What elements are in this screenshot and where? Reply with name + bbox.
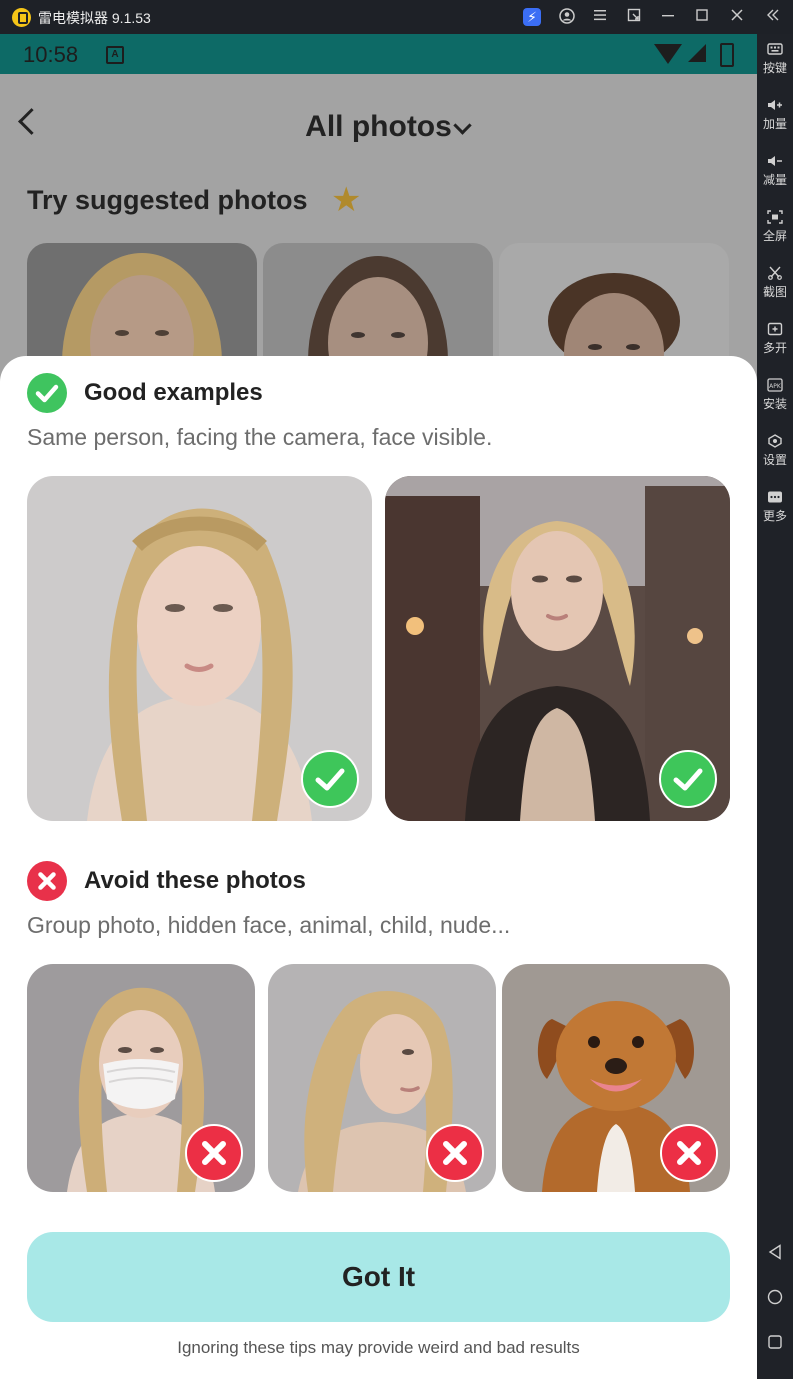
- apk-icon: APK: [767, 378, 783, 392]
- multi-instance-icon: [767, 322, 783, 336]
- emulator-title-bar: 雷电模拟器 9.1.53 ⚡: [0, 0, 793, 34]
- minimize-icon[interactable]: [659, 8, 677, 26]
- good-examples-subtitle: Same person, facing the camera, face vis…: [27, 424, 493, 450]
- svg-text:APK: APK: [769, 383, 782, 390]
- recents-square-icon[interactable]: [757, 1334, 793, 1354]
- got-it-button[interactable]: Got It: [27, 1232, 730, 1322]
- tips-footer-note: Ignoring these tips may provide weird an…: [177, 1338, 580, 1357]
- settings-icon: [767, 434, 783, 448]
- status-time: 10:58: [23, 42, 79, 67]
- volume-down-icon: [767, 154, 783, 168]
- notification-a-icon: A: [106, 46, 124, 64]
- sidebar-item-keys[interactable]: 按键: [757, 42, 793, 76]
- user-icon[interactable]: [558, 8, 576, 26]
- check-badge-icon: [659, 750, 717, 808]
- android-screen: 10:58 A All photos Try suggested photos …: [0, 34, 757, 1379]
- popout-icon[interactable]: [625, 8, 643, 26]
- avoid-photos-title: Avoid these photos: [84, 867, 306, 894]
- sidebar-item-install[interactable]: APK 安装: [757, 378, 793, 412]
- good-examples-title: Good examples: [84, 379, 263, 406]
- sidebar-item-label: 加量: [762, 117, 787, 131]
- app-logo-icon: [12, 8, 31, 27]
- window-title: 雷电模拟器 9.1.53: [38, 10, 151, 26]
- sidebar-item-label: 更多: [762, 509, 787, 523]
- sidebar-item-more[interactable]: 更多: [757, 490, 793, 524]
- battery-icon: [720, 43, 734, 67]
- volume-up-icon: [767, 98, 783, 112]
- bad-example-photo-side: [268, 964, 496, 1192]
- x-badge-icon: [185, 1124, 243, 1182]
- home-circle-icon[interactable]: [757, 1289, 793, 1309]
- avoid-photos-subtitle: Group photo, hidden face, animal, child,…: [27, 912, 511, 938]
- signal-icon: [688, 44, 706, 62]
- fullscreen-icon: [767, 210, 783, 224]
- bolt-icon[interactable]: ⚡: [523, 8, 541, 26]
- bad-example-photo-mask: [27, 964, 255, 1192]
- sidebar-item-label: 安装: [762, 397, 787, 411]
- keyboard-icon: [767, 42, 783, 56]
- sidebar-item-label: 多开: [762, 341, 787, 355]
- menu-icon[interactable]: [591, 8, 609, 26]
- sidebar-item-fullscreen[interactable]: 全屏: [757, 210, 793, 244]
- sidebar-item-volume-down[interactable]: 减量: [757, 154, 793, 188]
- x-badge-icon: [426, 1124, 484, 1182]
- suggested-photos-title: Try suggested photos: [27, 185, 308, 215]
- check-badge-icon: [301, 750, 359, 808]
- page-title[interactable]: All photos: [0, 110, 757, 144]
- tips-bottom-sheet: Good examples Same person, facing the ca…: [0, 356, 757, 1379]
- sidebar-item-multi[interactable]: 多开: [757, 322, 793, 356]
- x-badge-icon: [660, 1124, 718, 1182]
- x-circle-icon: [27, 861, 67, 901]
- sidebar-item-label: 全屏: [762, 229, 787, 243]
- sidebar-item-screenshot[interactable]: 截图: [757, 266, 793, 300]
- emulator-sidebar: 按键 加量 减量 全屏 截图 多开 APK 安装 设置 更多: [757, 34, 793, 1379]
- sidebar-item-settings[interactable]: 设置: [757, 434, 793, 468]
- back-triangle-icon[interactable]: [757, 1244, 793, 1264]
- scissors-icon: [767, 266, 783, 280]
- sidebar-item-label: 截图: [762, 285, 787, 299]
- sidebar-item-volume-up[interactable]: 加量: [757, 98, 793, 132]
- sidebar-item-label: 减量: [762, 173, 787, 187]
- sidebar-item-label: 设置: [762, 453, 787, 467]
- star-icon: ★: [331, 181, 362, 219]
- wifi-icon: [654, 44, 682, 64]
- check-circle-icon: [27, 373, 67, 413]
- good-example-photo: [385, 476, 730, 821]
- good-example-photo: [27, 476, 372, 821]
- more-icon: [767, 490, 783, 504]
- double-chevron-left-icon[interactable]: [764, 8, 782, 26]
- status-bar: 10:58 A: [0, 34, 757, 74]
- close-icon[interactable]: [728, 8, 746, 26]
- bad-example-photo-dog: [502, 964, 730, 1192]
- maximize-icon[interactable]: [693, 8, 711, 26]
- sidebar-item-label: 按键: [762, 61, 787, 75]
